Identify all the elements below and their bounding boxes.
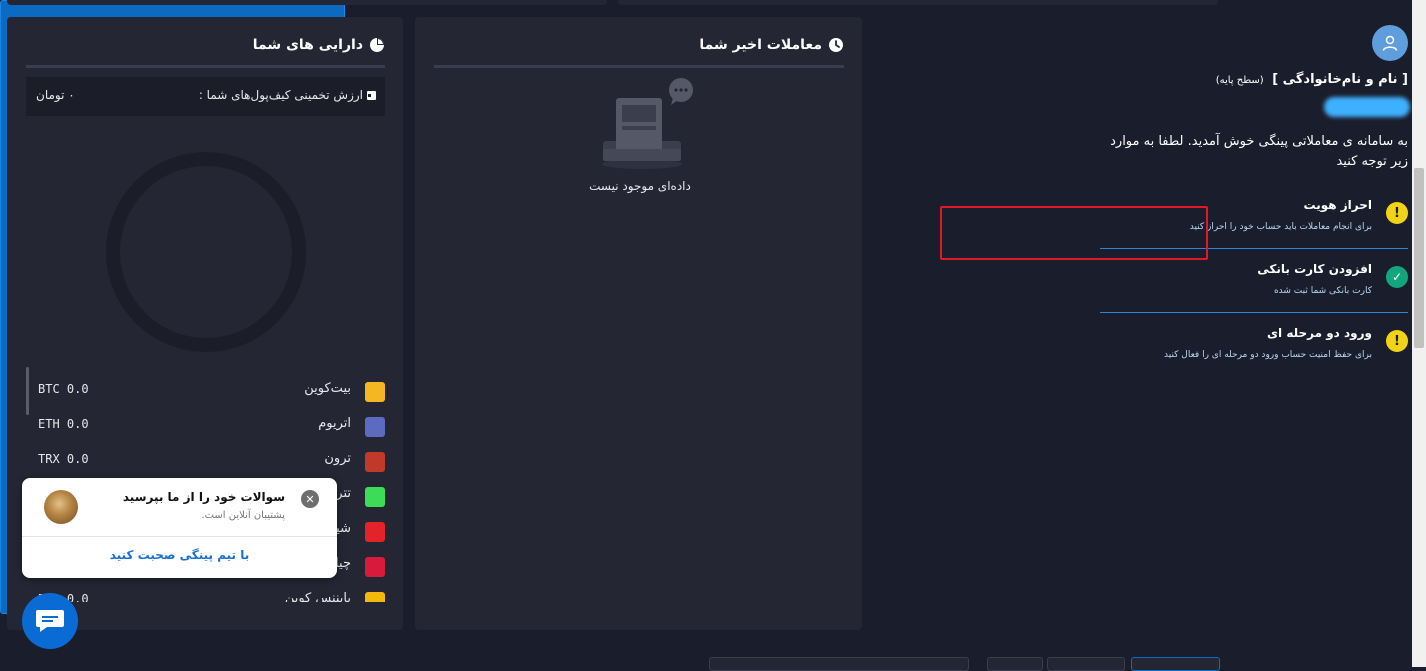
task-divider bbox=[1100, 312, 1408, 313]
chat-launcher-button[interactable] bbox=[22, 593, 78, 649]
coin-row[interactable]: BNB 0.0بایننس کوین bbox=[26, 577, 385, 602]
clock-icon bbox=[829, 38, 843, 52]
bottom-input[interactable] bbox=[709, 657, 969, 671]
empty-inbox-icon bbox=[602, 78, 693, 169]
coin-row[interactable]: BTC 0.0 بیت‌کوین bbox=[26, 367, 385, 402]
empty-state-text: داده‌ای موجود نیست bbox=[589, 179, 691, 193]
identity-highlight-box bbox=[940, 206, 1208, 260]
check-icon: ✓ bbox=[1386, 266, 1408, 288]
trades-title-underline bbox=[434, 65, 844, 68]
bottom-button[interactable] bbox=[987, 657, 1043, 671]
user-avatar[interactable] bbox=[1372, 25, 1408, 61]
assets-title-underline bbox=[26, 65, 385, 68]
user-icon bbox=[1382, 35, 1398, 51]
assets-donut-chart bbox=[106, 152, 306, 352]
coin-name: بایننس کوین bbox=[284, 591, 351, 602]
wallet-icon bbox=[367, 90, 376, 100]
task-title: ورود دو مرحله ای bbox=[1267, 326, 1372, 340]
coin-amount: ETH 0.0 bbox=[38, 417, 89, 431]
assets-title-text: دارایی های شما bbox=[252, 37, 363, 53]
task-title: احراز هویت bbox=[1303, 198, 1372, 212]
coin-name: تتر bbox=[336, 486, 351, 501]
close-icon[interactable]: ✕ bbox=[301, 490, 319, 508]
estimated-value-bar: ارزش تخمینی کیف‌پول‌های شما : ۰ تومان bbox=[26, 77, 385, 116]
coin-color-swatch bbox=[365, 522, 385, 542]
pie-chart-icon bbox=[370, 38, 384, 52]
task-title: افزودن کارت بانکی bbox=[1257, 262, 1372, 276]
masked-phone bbox=[1324, 97, 1410, 117]
trades-panel: معاملات اخیر شما داده‌ای موجود نیست bbox=[415, 17, 862, 630]
coin-color-swatch bbox=[365, 487, 385, 507]
task-subtitle: برای حفظ امنیت حساب ورود دو مرحله ای را … bbox=[1164, 350, 1372, 360]
top-panel-left bbox=[7, 0, 607, 5]
task-subtitle: برای انجام معاملات باید حساب خود را احرا… bbox=[1189, 222, 1372, 232]
chat-subtitle: پشتیبان آنلاین است. bbox=[201, 510, 285, 521]
coin-name: ترون bbox=[324, 451, 351, 466]
coin-name: بیت‌کوین bbox=[304, 381, 351, 396]
chat-start-button[interactable]: با تیم پینگی صحبت کنید bbox=[22, 548, 337, 562]
task-subtitle: کارت بانکی شما ثبت شده bbox=[1273, 286, 1372, 296]
coin-amount: TRX 0.0 bbox=[38, 452, 89, 466]
user-name-label: [ نام و نام‌خانوادگی ] bbox=[1272, 72, 1408, 87]
assets-title: دارایی های شما bbox=[253, 37, 385, 53]
chat-title: سوالات خود را از ما بپرسید bbox=[122, 490, 285, 504]
page-scrollbar-thumb[interactable] bbox=[1414, 168, 1424, 348]
bottom-button[interactable] bbox=[1047, 657, 1125, 671]
chat-divider bbox=[22, 536, 337, 537]
support-chat-popup: سوالات خود را از ما بپرسید پشتیبان آنلای… bbox=[22, 478, 337, 578]
chat-bubble-icon bbox=[36, 610, 64, 632]
estimated-value: ۰ تومان bbox=[36, 88, 75, 102]
support-avatar bbox=[44, 490, 78, 524]
coin-color-swatch bbox=[365, 417, 385, 437]
trades-title: معاملات اخیر شما bbox=[699, 37, 844, 53]
welcome-text: به سامانه ی معاملاتی پینگی خوش آمدید. لط… bbox=[1110, 134, 1408, 169]
estimated-value-label-text: ارزش تخمینی کیف‌پول‌های شما : bbox=[198, 88, 363, 102]
user-name: [ نام و نام‌خانوادگی ] (سطح پایه) bbox=[1216, 72, 1408, 87]
coin-color-swatch bbox=[365, 592, 385, 602]
task-two-factor[interactable]: ! ورود دو مرحله ای برای حفظ امنیت حساب و… bbox=[1108, 326, 1408, 370]
coin-name: اتریوم bbox=[318, 416, 351, 431]
estimated-value-label: ارزش تخمینی کیف‌پول‌های شما : bbox=[199, 88, 376, 102]
coin-color-swatch bbox=[365, 452, 385, 472]
coin-row[interactable]: ETH 0.0 اتریوم bbox=[26, 402, 385, 437]
user-level: (سطح پایه) bbox=[1215, 75, 1264, 86]
trades-title-text: معاملات اخیر شما bbox=[699, 37, 822, 53]
warning-icon: ! bbox=[1386, 202, 1408, 224]
coin-color-swatch bbox=[365, 557, 385, 577]
coin-amount: BTC 0.0 bbox=[38, 382, 89, 396]
coin-color-swatch bbox=[365, 382, 385, 402]
bottom-primary-button[interactable] bbox=[1131, 657, 1220, 671]
warning-icon: ! bbox=[1386, 330, 1408, 352]
top-panel-right bbox=[618, 0, 1218, 5]
coin-row[interactable]: TRX 0.0 ترون bbox=[26, 437, 385, 472]
task-add-bank-card[interactable]: ✓ افزودن کارت بانکی کارت بانکی شما ثبت ش… bbox=[1108, 262, 1408, 306]
